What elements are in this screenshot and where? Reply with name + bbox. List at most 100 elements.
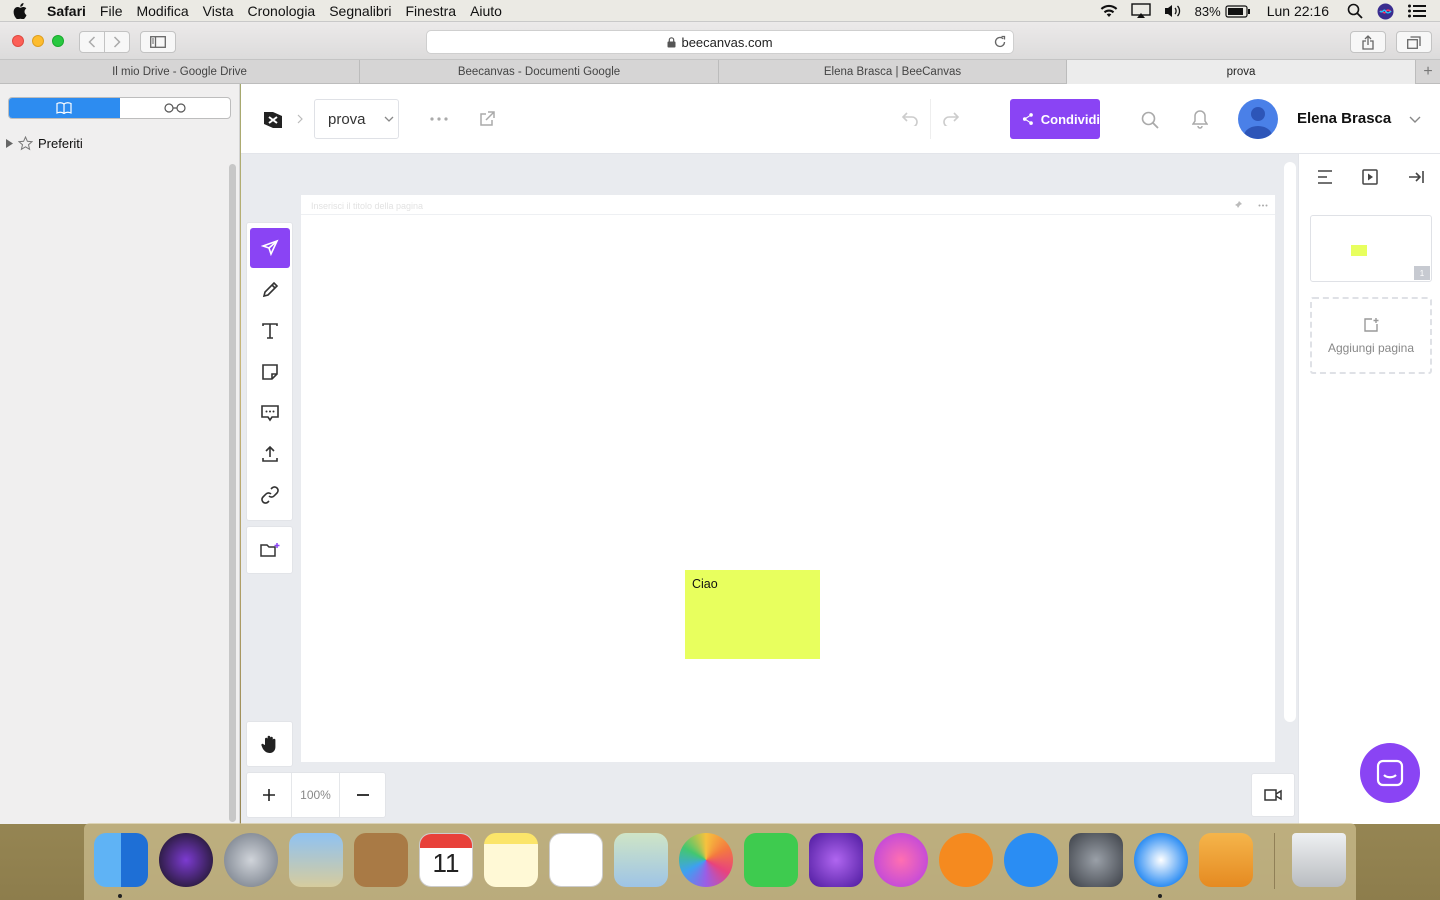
menu-aiuto[interactable]: Aiuto — [463, 3, 509, 19]
outline-icon[interactable] — [1317, 170, 1333, 184]
tab-prova[interactable]: prova — [1067, 60, 1416, 84]
ibooks-icon[interactable] — [939, 833, 993, 887]
comment-tool-button[interactable] — [250, 393, 290, 433]
reading-list-tab[interactable] — [120, 98, 231, 118]
mail-icon[interactable] — [289, 833, 343, 887]
apple-menu-icon[interactable] — [0, 2, 40, 19]
page-more-icon[interactable] — [1258, 204, 1268, 207]
sidebar-toggle-button[interactable] — [140, 31, 176, 53]
menu-cronologia[interactable]: Cronologia — [241, 3, 323, 19]
spotlight-icon[interactable] — [1347, 3, 1363, 19]
presentation-icon[interactable] — [1362, 169, 1378, 185]
link-tool-button[interactable] — [250, 475, 290, 515]
more-options-icon[interactable] — [430, 117, 448, 121]
search-icon[interactable] — [1141, 111, 1159, 129]
wifi-icon[interactable] — [1099, 4, 1119, 18]
forward-button[interactable] — [104, 31, 130, 53]
user-menu-chevron-icon[interactable] — [1409, 116, 1421, 123]
share-page-button[interactable] — [1350, 31, 1386, 53]
new-folder-tool-button[interactable] — [250, 530, 290, 570]
safari-icon[interactable] — [1134, 833, 1188, 887]
undo-button[interactable] — [890, 99, 930, 139]
page-selector[interactable]: prova — [314, 99, 399, 139]
reload-icon[interactable] — [993, 35, 1007, 49]
redo-button[interactable] — [931, 99, 971, 139]
app-store-icon[interactable] — [1004, 833, 1058, 887]
canvas-page[interactable]: Inserisci il titolo della pagina Ciao — [301, 195, 1275, 762]
minimize-window-button[interactable] — [32, 35, 44, 47]
comment-icon — [261, 405, 279, 422]
add-page-button[interactable]: Aggiungi pagina — [1310, 297, 1432, 374]
close-window-button[interactable] — [12, 35, 24, 47]
page-thumbnail[interactable]: 1 — [1310, 215, 1432, 282]
avatar[interactable] — [1238, 99, 1278, 139]
sidebar-scrollbar[interactable] — [229, 164, 236, 822]
app-header: prova Condividi Elena Brasca — [241, 84, 1440, 154]
airplay-icon[interactable] — [1130, 3, 1151, 19]
pan-tool-button[interactable] — [250, 724, 290, 764]
sticky-note-text[interactable]: Ciao — [692, 577, 718, 591]
launchpad-icon[interactable] — [224, 833, 278, 887]
support-chat-button[interactable] — [1360, 743, 1420, 803]
sticky-note[interactable]: Ciao — [685, 570, 820, 659]
siri-icon[interactable] — [159, 833, 213, 887]
menu-finestra[interactable]: Finestra — [398, 3, 463, 19]
pages-icon[interactable] — [1199, 833, 1253, 887]
finder-icon[interactable] — [94, 833, 148, 887]
zoom-window-button[interactable] — [52, 35, 64, 47]
contacts-icon[interactable] — [354, 833, 408, 887]
menu-segnalibri[interactable]: Segnalibri — [322, 3, 398, 19]
back-button[interactable] — [79, 31, 105, 53]
menu-file[interactable]: File — [93, 3, 130, 19]
tab-elena-beecanvas[interactable]: Elena Brasca | BeeCanvas — [719, 60, 1067, 84]
user-name[interactable]: Elena Brasca — [1297, 110, 1391, 127]
new-tab-button[interactable]: + — [1416, 60, 1440, 84]
notifications-bell-icon[interactable] — [1192, 110, 1208, 129]
upload-tool-button[interactable] — [250, 434, 290, 474]
calendar-icon[interactable]: 11 — [419, 833, 473, 887]
undo-icon — [901, 112, 918, 126]
notification-center-icon[interactable] — [1408, 4, 1426, 18]
share-button[interactable]: Condividi — [1010, 99, 1100, 139]
video-call-button[interactable] — [1251, 773, 1295, 817]
show-all-tabs-button[interactable] — [1396, 31, 1432, 53]
pin-icon[interactable] — [1233, 200, 1243, 210]
pen-icon — [262, 281, 279, 298]
video-camera-icon — [1264, 789, 1282, 801]
menu-vista[interactable]: Vista — [196, 3, 241, 19]
menu-app-name[interactable]: Safari — [40, 3, 93, 19]
bookmarks-tab[interactable] — [9, 98, 120, 118]
trash-icon[interactable] — [1292, 833, 1346, 887]
favorites-folder[interactable]: Preferiti — [6, 136, 83, 151]
system-preferences-icon[interactable] — [1069, 833, 1123, 887]
notes-icon[interactable] — [484, 833, 538, 887]
maps-icon[interactable] — [614, 833, 668, 887]
beecanvas-logo-icon[interactable] — [261, 108, 285, 132]
select-tool-button[interactable] — [250, 228, 290, 268]
address-bar[interactable]: beecanvas.com — [426, 30, 1014, 54]
pen-tool-button[interactable] — [250, 270, 290, 310]
sticky-note-tool-button[interactable] — [250, 352, 290, 392]
siri-icon[interactable] — [1377, 3, 1394, 20]
tab-beecanvas-docs[interactable]: Beecanvas - Documenti Google — [360, 60, 719, 84]
imovie-icon[interactable] — [809, 833, 863, 887]
reminders-icon[interactable] — [549, 833, 603, 887]
volume-icon[interactable] — [1163, 3, 1183, 19]
zoom-in-button[interactable] — [247, 773, 292, 817]
battery-percent: 83% — [1194, 3, 1221, 19]
tab-google-drive[interactable]: Il mio Drive - Google Drive — [0, 60, 360, 84]
chat-icon — [1376, 759, 1404, 787]
photos-icon[interactable] — [679, 833, 733, 887]
canvas-scrollbar[interactable] — [1284, 162, 1296, 722]
zoom-out-button[interactable] — [340, 773, 385, 817]
open-external-icon[interactable] — [479, 111, 495, 127]
clock[interactable]: Lun 22:16 — [1267, 3, 1329, 19]
text-tool-button[interactable] — [250, 311, 290, 351]
page-title-field[interactable]: Inserisci il titolo della pagina — [301, 195, 1275, 215]
menu-modifica[interactable]: Modifica — [129, 3, 195, 19]
facetime-icon[interactable] — [744, 833, 798, 887]
collapse-panel-icon[interactable] — [1408, 170, 1424, 184]
redo-icon — [943, 112, 960, 126]
battery-icon[interactable] — [1225, 4, 1251, 18]
itunes-icon[interactable] — [874, 833, 928, 887]
